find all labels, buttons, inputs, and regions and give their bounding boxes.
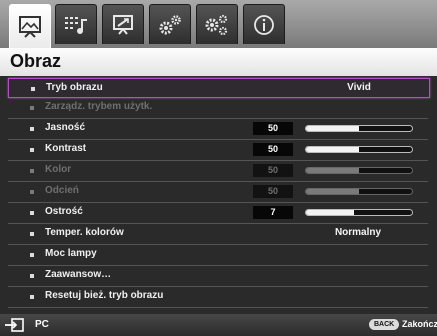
menu-item-odcien: Odcień 50 — [8, 182, 428, 203]
menu-item-label: Odcień — [45, 185, 79, 196]
bullet — [30, 253, 34, 257]
menu-item-label: Moc lampy — [45, 248, 97, 259]
tab-information[interactable] — [243, 4, 285, 44]
color-value: 50 — [253, 164, 293, 177]
brightness-slider[interactable] — [305, 125, 413, 132]
menu-item-label: Zarządz. trybem użytk. — [45, 101, 153, 112]
bullet — [30, 232, 34, 236]
tab-settings[interactable] — [149, 4, 191, 44]
bullet — [30, 295, 34, 299]
bullet — [30, 127, 34, 131]
bullet — [30, 274, 34, 278]
color-slider — [305, 167, 413, 174]
bullet — [30, 106, 34, 110]
menu-item-tryb-obrazu[interactable]: Tryb obrazu Vivid — [8, 78, 430, 98]
gears-icon — [159, 14, 181, 34]
tab-picture[interactable] — [9, 4, 51, 49]
menu-item-resetuj[interactable]: Resetuj bież. tryb obrazu — [8, 287, 428, 308]
input-source-label: PC — [35, 319, 49, 330]
gears-plus-icon — [205, 14, 228, 35]
menu-item-label: Tryb obrazu — [46, 82, 103, 93]
bullet — [30, 190, 34, 194]
contrast-slider[interactable] — [305, 146, 413, 153]
info-icon — [254, 14, 274, 35]
bullet — [30, 148, 34, 152]
menu-item-label: Resetuj bież. tryb obrazu — [45, 290, 164, 301]
menu-item-kontrast[interactable]: Kontrast 50 — [8, 140, 428, 161]
tint-value: 50 — [253, 185, 293, 198]
bullet — [30, 169, 34, 173]
status-bar: PC BACK Zakończ — [0, 314, 437, 336]
menu-item-label: Zaawansow… — [45, 269, 112, 280]
sharpness-value: 7 — [253, 206, 293, 219]
tab-system[interactable] — [196, 4, 238, 44]
menu-item-temper-kolorow[interactable]: Temper. kolorów Normalny — [8, 224, 428, 245]
menu-item-moc-lampy[interactable]: Moc lampy — [8, 245, 428, 266]
back-button[interactable]: BACK — [369, 319, 400, 330]
menu-header: Obraz — [0, 48, 437, 76]
tab-picture-advanced[interactable] — [55, 4, 97, 44]
menu-panel: Tryb obrazu Vivid Zarządz. trybem użytk.… — [0, 76, 437, 314]
color-temp-value: Normalny — [334, 227, 382, 238]
menu-item-jasnosc[interactable]: Jasność 50 — [8, 119, 428, 140]
menu-item-zaawansowane[interactable]: Zaawansow… — [8, 266, 428, 287]
input-source-icon — [5, 318, 24, 332]
menu-item-zarzadz-trybem: Zarządz. trybem użytk. — [8, 98, 428, 119]
menu-item-kolor: Kolor 50 — [8, 161, 428, 182]
menu-item-label: Kontrast — [45, 143, 87, 154]
menu-item-label: Kolor — [45, 164, 72, 175]
picture-mode-value: Vivid — [347, 82, 371, 93]
menu-item-label: Temper. kolorów — [45, 227, 124, 238]
sliders-note-icon — [65, 16, 87, 34]
tab-bar — [0, 0, 437, 49]
screen-adjust-icon — [113, 14, 133, 35]
bullet — [31, 87, 35, 91]
menu-item-ostrosc[interactable]: Ostrość 7 — [8, 203, 428, 224]
tab-display[interactable] — [102, 4, 144, 44]
exit-label: Zakończ — [402, 319, 437, 329]
menu-item-label: Jasność — [45, 122, 86, 133]
picture-icon — [19, 16, 41, 38]
sharpness-slider[interactable] — [305, 209, 413, 216]
menu-item-label: Ostrość — [45, 206, 83, 217]
brightness-value: 50 — [253, 122, 293, 135]
tint-slider — [305, 188, 413, 195]
contrast-value: 50 — [253, 143, 293, 156]
page-title: Obraz — [10, 51, 62, 71]
bullet — [30, 211, 34, 215]
